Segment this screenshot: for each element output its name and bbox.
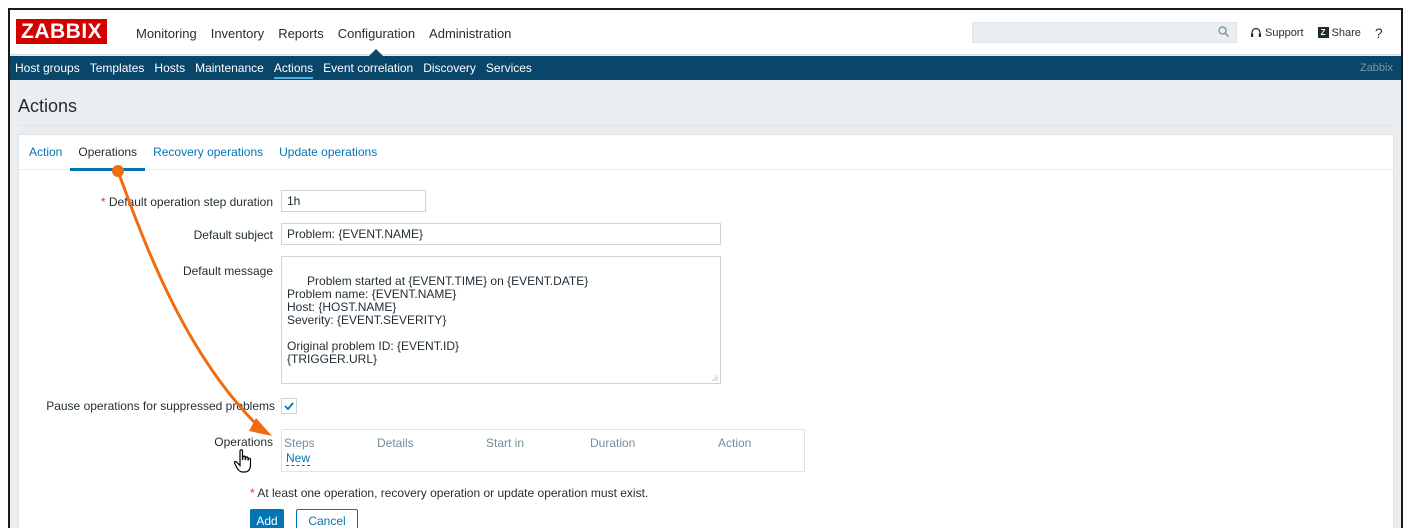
column-steps: Steps <box>284 436 315 450</box>
title-divider <box>18 125 1393 126</box>
default-subject-input[interactable]: Problem: {EVENT.NAME} <box>281 223 721 245</box>
default-message-text: Problem started at {EVENT.TIME} on {EVEN… <box>287 274 589 366</box>
server-brand: Zabbix <box>1359 62 1393 74</box>
subnav-hosts[interactable]: Hosts <box>149 56 190 80</box>
new-operation-link[interactable]: New <box>286 452 311 466</box>
subnav-host-groups[interactable]: Host groups <box>10 56 85 80</box>
tab-action[interactable]: Action <box>21 135 70 170</box>
add-button[interactable]: Add <box>250 509 284 528</box>
menu-monitoring[interactable]: Monitoring <box>130 10 203 55</box>
support-link[interactable]: Support <box>1250 27 1304 39</box>
share-icon: Z <box>1317 27 1329 38</box>
help-icon: ? <box>1374 24 1383 41</box>
step-duration-label: * Default operation step duration <box>79 195 273 209</box>
column-action: Action <box>718 436 752 450</box>
search-icon[interactable] <box>1218 26 1229 37</box>
headset-icon <box>1251 27 1261 37</box>
required-mark: * <box>100 195 106 209</box>
search-input[interactable] <box>972 22 1237 43</box>
step-duration-input[interactable]: 1h <box>281 190 426 212</box>
resize-handle-icon[interactable] <box>711 374 718 381</box>
requirement-note-text: At least one operation, recovery operati… <box>257 486 649 500</box>
subnav-event-correlation[interactable]: Event correlation <box>318 56 418 80</box>
page-title: Actions <box>18 96 78 116</box>
menu-reports[interactable]: Reports <box>272 10 330 55</box>
user-icon <box>1401 27 1403 39</box>
column-start-in: Start in <box>486 436 525 450</box>
operations-label: Operations <box>214 435 273 449</box>
column-duration: Duration <box>590 436 636 450</box>
pause-operations-label: Pause operations for suppressed problems <box>46 399 275 413</box>
step-duration-label-text: Default operation step duration <box>108 195 273 209</box>
tab-update-operations[interactable]: Update operations <box>271 135 385 170</box>
tab-bar: Action Operations Recovery operations Up… <box>19 135 1393 171</box>
menu-configuration[interactable]: Configuration <box>332 10 421 56</box>
share-label: Share <box>1331 26 1361 39</box>
tab-operations[interactable]: Operations <box>70 135 145 171</box>
header-tools: Support Z Share ? <box>1250 10 1403 55</box>
tab-recovery-operations[interactable]: Recovery operations <box>145 135 271 170</box>
top-header: ZABBIX Monitoring Inventory Reports Conf… <box>10 10 1403 56</box>
required-mark: * <box>250 486 255 500</box>
support-label: Support <box>1265 26 1304 39</box>
requirement-note: * At least one operation, recovery opera… <box>250 486 648 500</box>
default-subject-label: Default subject <box>193 228 273 242</box>
column-details: Details <box>377 436 414 450</box>
menu-inventory[interactable]: Inventory <box>205 10 270 55</box>
menu-administration[interactable]: Administration <box>423 10 517 55</box>
sub-navigation: Host groups Templates Hosts Maintenance … <box>10 56 1401 80</box>
cancel-button[interactable]: Cancel <box>296 509 358 528</box>
zabbix-logo[interactable]: ZABBIX <box>16 19 108 44</box>
checkmark-icon <box>284 402 294 411</box>
main-menu: Monitoring Inventory Reports Configurati… <box>130 10 519 56</box>
subnav-templates[interactable]: Templates <box>85 56 150 80</box>
subnav-services[interactable]: Services <box>481 56 537 80</box>
subnav-maintenance[interactable]: Maintenance <box>190 56 269 80</box>
pause-operations-checkbox[interactable] <box>281 398 297 414</box>
subnav-discovery[interactable]: Discovery <box>418 56 481 80</box>
default-message-label: Default message <box>182 264 273 278</box>
app-window: ZABBIX Monitoring Inventory Reports Conf… <box>8 8 1403 528</box>
form-panel: Action Operations Recovery operations Up… <box>18 134 1394 528</box>
subnav-actions[interactable]: Actions <box>269 56 318 80</box>
profile-button[interactable] <box>1401 27 1403 39</box>
share-link[interactable]: Z Share <box>1317 26 1361 39</box>
default-message-textarea[interactable]: Problem started at {EVENT.TIME} on {EVEN… <box>281 256 721 384</box>
help-button[interactable]: ? <box>1375 25 1383 41</box>
operations-table: Steps Details Start in Duration Action N… <box>281 429 805 472</box>
